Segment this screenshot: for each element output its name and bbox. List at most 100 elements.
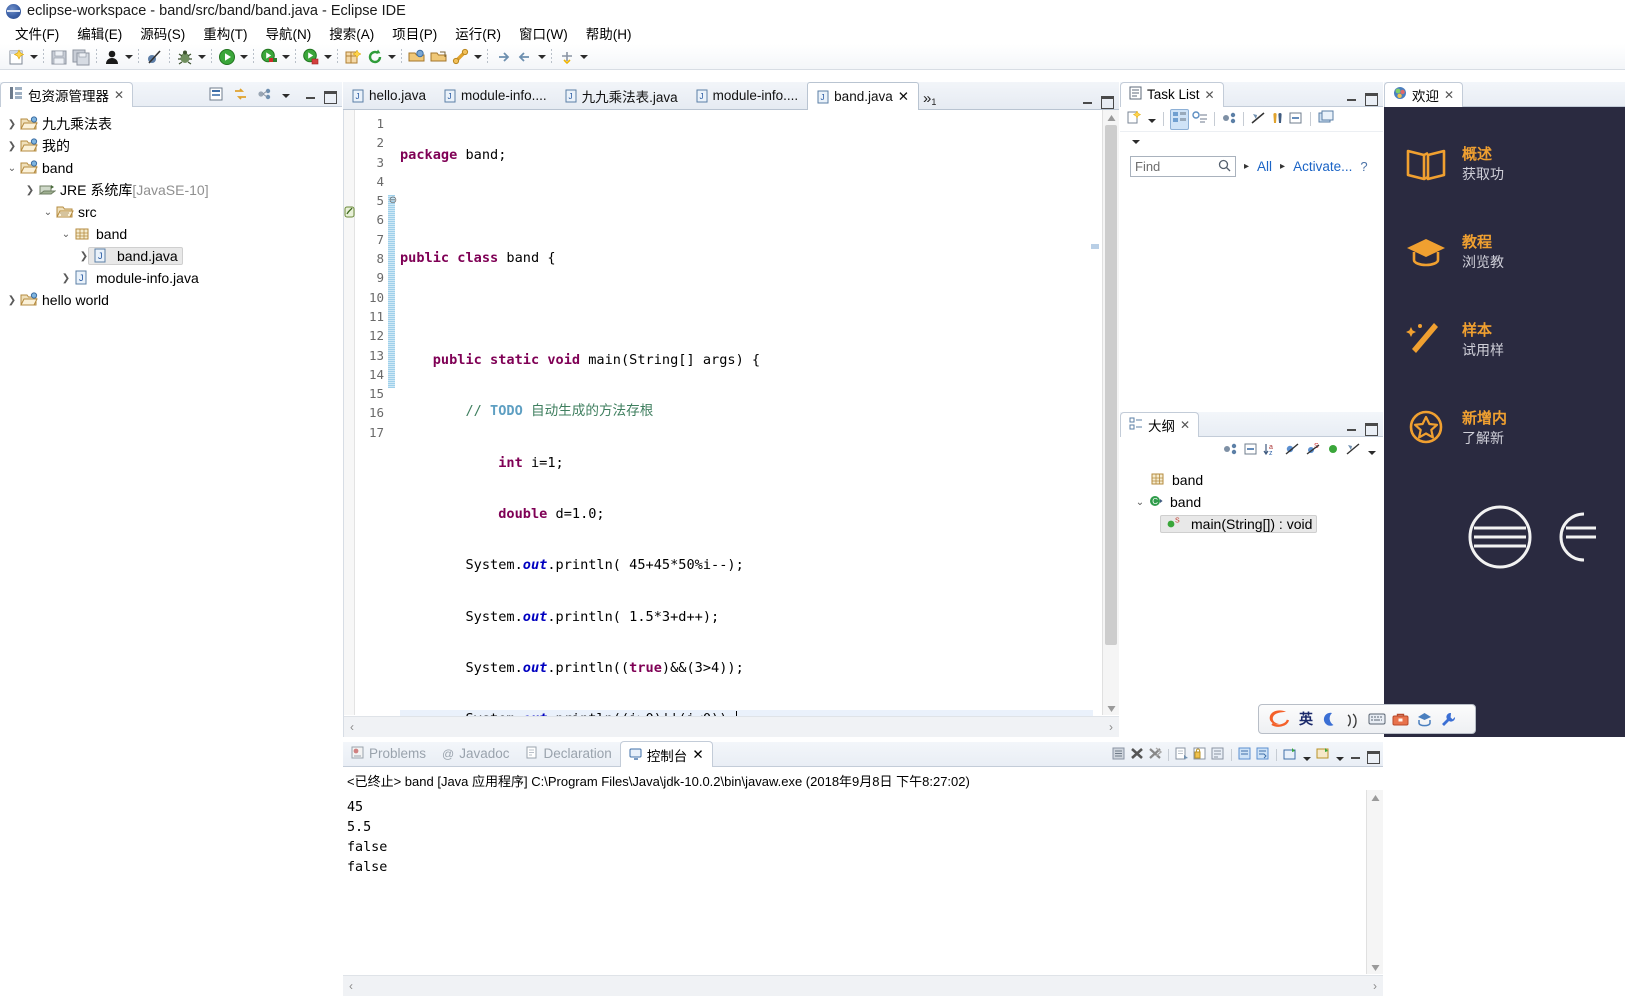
chevron-right-icon[interactable]: ❯ [22, 185, 38, 196]
editor-tab-jiujiu[interactable]: J 九九乘法表.java [556, 82, 687, 109]
minimize-icon[interactable] [1349, 749, 1362, 762]
external-tools-icon[interactable] [301, 47, 321, 67]
scroll-left-icon[interactable]: ‹ [349, 979, 353, 993]
editor-tab-module-info-2[interactable]: J module-info.... [687, 82, 808, 109]
close-icon[interactable]: ✕ [1205, 88, 1215, 102]
scroll-up-icon[interactable] [1370, 792, 1381, 803]
keyboard-icon[interactable] [1368, 711, 1386, 728]
open-console-icon[interactable] [1283, 747, 1297, 763]
remove-launch-icon[interactable] [1148, 747, 1163, 763]
open-task-icon[interactable] [429, 47, 449, 67]
skip-breakpoints-icon[interactable] [144, 47, 164, 67]
new-console-icon[interactable] [1211, 747, 1225, 763]
scroll-lock-icon[interactable] [1238, 747, 1252, 763]
chevron-down-icon[interactable]: ⌄ [40, 207, 56, 218]
editor-tab-module-info-1[interactable]: J module-info.... [435, 82, 556, 109]
refresh-icon[interactable] [365, 47, 385, 67]
menu-project[interactable]: 项目(P) [383, 21, 446, 45]
run-coverage-icon[interactable] [259, 47, 279, 67]
new-wizard-icon[interactable] [7, 47, 27, 67]
filter-all[interactable]: All [1257, 159, 1272, 174]
focus-icon[interactable] [1269, 111, 1285, 128]
external-tools-dropdown-icon[interactable] [322, 47, 333, 67]
tree-item-project[interactable]: ❯ 我的 [0, 135, 342, 157]
minimize-icon[interactable] [1345, 421, 1358, 434]
next-annotation-dropdown-icon[interactable] [578, 47, 589, 67]
console-output[interactable]: 45 5.5 false false [343, 794, 1365, 974]
tree-item-source-folder[interactable]: ⌄ src [0, 201, 342, 223]
scroll-right-icon[interactable]: › [1373, 979, 1377, 993]
maximize-icon[interactable] [1364, 421, 1378, 436]
tree-item-package-band[interactable]: ⌄ band [0, 223, 342, 245]
outline-item-package[interactable]: band [1120, 469, 1383, 491]
pin-dropdown-icon[interactable] [1334, 749, 1345, 762]
hat-icon[interactable] [1416, 711, 1433, 728]
menu-window[interactable]: 窗口(W) [510, 21, 577, 45]
toolbox-icon[interactable] [1392, 711, 1409, 728]
overview-ruler-marker[interactable] [1091, 244, 1099, 249]
chevron-down-icon[interactable]: ⌄ [4, 163, 20, 174]
welcome-item-overview[interactable]: 概述 获取功 [1384, 131, 1625, 195]
menu-edit[interactable]: 编辑(E) [68, 21, 131, 45]
link-with-editor-icon[interactable] [232, 86, 250, 104]
tree-item-project-hello-world[interactable]: ❯ hello world [0, 289, 342, 311]
forward-nav-icon[interactable] [493, 47, 513, 67]
minimize-icon[interactable] [1345, 91, 1358, 104]
categorized-icon[interactable] [1170, 108, 1189, 130]
outline-item-class[interactable]: ⌄ C band [1120, 491, 1383, 513]
close-icon[interactable]: ✕ [692, 747, 703, 763]
console-horizontal-scrollbar[interactable]: ‹ › [343, 975, 1383, 996]
collapse-all-icon[interactable] [1243, 442, 1258, 459]
next-annotation-icon[interactable] [557, 47, 577, 67]
tree-item-project-band[interactable]: ⌄ band [0, 157, 342, 179]
todo-task-marker-icon[interactable] [344, 206, 355, 218]
chevron-down-icon[interactable]: ⌄ [1132, 497, 1148, 508]
welcome-item-samples[interactable]: 样本 试用样 [1384, 307, 1625, 371]
menu-run[interactable]: 运行(R) [446, 21, 510, 45]
maximize-icon[interactable] [1364, 91, 1378, 106]
wrench-icon[interactable] [1440, 711, 1457, 728]
minimize-icon[interactable] [304, 89, 317, 102]
chevron-right-icon[interactable]: ❯ [58, 273, 74, 284]
nav-dropdown-icon[interactable] [536, 47, 547, 67]
filter-icon[interactable] [1250, 111, 1266, 128]
tab-welcome[interactable]: 欢迎 ✕ [1384, 82, 1464, 107]
search-icon[interactable] [1218, 159, 1231, 175]
tree-item-project[interactable]: ❯ 九九乘法表 [0, 113, 342, 135]
pin-icon[interactable] [1316, 747, 1330, 763]
menu-source[interactable]: 源码(S) [131, 21, 194, 45]
chevron-right-icon[interactable]: ❯ [4, 141, 20, 152]
hide-nonpublic-icon[interactable] [1326, 442, 1340, 459]
welcome-item-tutorials[interactable]: 教程 浏览教 [1384, 219, 1625, 283]
editor-vertical-scrollbar[interactable] [1102, 110, 1119, 715]
scheduled-icon[interactable] [1192, 110, 1208, 128]
link-dropdown-icon[interactable] [472, 47, 483, 67]
display-selected-icon[interactable] [1175, 747, 1189, 763]
close-icon[interactable]: ✕ [1444, 88, 1454, 102]
debug-person-icon[interactable] [102, 47, 122, 67]
new-task-icon[interactable] [1126, 109, 1143, 129]
menu-navigate[interactable]: 导航(N) [257, 21, 321, 45]
minimize-icon[interactable] [1081, 94, 1094, 107]
view-menu-icon[interactable] [256, 86, 274, 104]
tree-item-file-module-info[interactable]: ❯ J module-info.java [0, 267, 342, 289]
editor-folding-column[interactable]: ⊖ [387, 110, 399, 210]
welcome-item-whats-new[interactable]: 新增内 了解新 [1384, 395, 1625, 459]
editor-left-ruler[interactable] [344, 110, 355, 715]
console-dropdown-icon[interactable] [1301, 749, 1312, 762]
view-menu-icon[interactable] [1366, 443, 1377, 457]
word-wrap-icon[interactable] [1256, 747, 1270, 763]
scroll-down-icon[interactable] [1106, 702, 1117, 713]
maximize-icon[interactable] [1100, 94, 1114, 109]
help-icon[interactable]: ? [1360, 159, 1367, 174]
ime-mode-label[interactable]: 英 [1299, 709, 1313, 729]
refresh-dropdown-icon[interactable] [386, 47, 397, 67]
debug-bug-icon[interactable] [175, 47, 195, 67]
open-type-icon[interactable] [407, 47, 427, 67]
editor-horizontal-scrollbar[interactable]: ‹ › [344, 716, 1119, 737]
debug-bug-dropdown-icon[interactable] [196, 47, 207, 67]
save-all-icon[interactable] [71, 47, 91, 67]
run-icon[interactable] [217, 47, 237, 67]
tree-item-jre-library[interactable]: ❯ JRE 系统库 [JavaSE-10] [0, 179, 342, 201]
outline-item-method-main[interactable]: S main(String[]) : void [1120, 513, 1383, 535]
